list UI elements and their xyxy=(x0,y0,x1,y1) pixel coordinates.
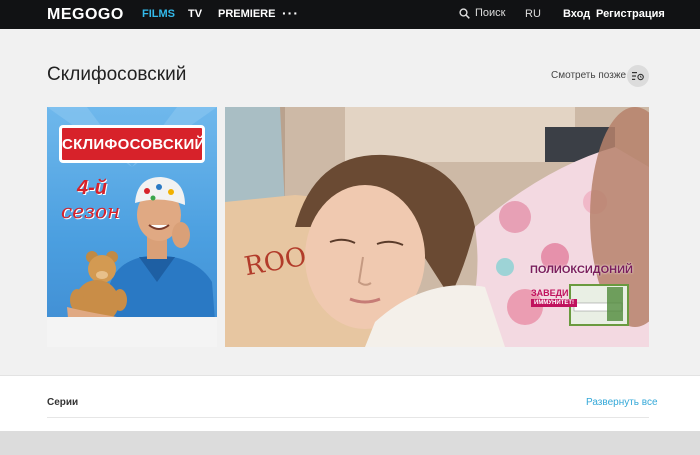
top-navigation-bar: MEGOGO FILMS TV PREMIERE ··· Поиск RU Вх… xyxy=(0,0,700,29)
poster-season-number: 4-й xyxy=(77,177,107,199)
login-link[interactable]: Вход xyxy=(563,8,590,20)
nav-tv[interactable]: TV xyxy=(188,8,202,20)
episodes-label: Серии xyxy=(47,397,79,408)
more-menu-button[interactable]: ··· xyxy=(282,5,299,21)
watch-later-button[interactable] xyxy=(627,65,649,87)
video-frame-image: ROO xyxy=(225,107,649,347)
page-title: Склифосовский xyxy=(47,64,187,85)
episodes-section: Серии Развернуть все xyxy=(0,375,700,431)
nav-films[interactable]: FILMS xyxy=(142,8,175,20)
expand-all-link[interactable]: Развернуть все xyxy=(586,397,658,408)
promo-subtitle: ЗАВЕДИ xyxy=(531,288,569,298)
watch-later-icon xyxy=(632,72,644,81)
megogo-logo[interactable]: MEGOGO xyxy=(47,6,124,24)
series-poster[interactable]: СКЛИФОСОВСКИЙ 4-й сезон xyxy=(47,107,217,347)
video-player[interactable]: ROO ПОЛИОКСИДОНИЙ ЗАВЕДИ ИММУНИТЕТ! xyxy=(225,107,649,347)
search-icon xyxy=(459,7,470,19)
promo-title: ПОЛИОКСИДОНИЙ xyxy=(530,264,633,276)
poster-title-text: СКЛИФОСОВСКИЙ xyxy=(62,136,206,153)
divider xyxy=(47,417,649,418)
watch-later-label[interactable]: Смотреть позже xyxy=(551,70,626,81)
poster-bottom-rail xyxy=(47,317,217,347)
footer-strip xyxy=(0,431,700,455)
poster-season-word: сезон xyxy=(61,199,121,223)
poster-title-sign: СКЛИФОСОВСКИЙ xyxy=(59,125,205,163)
nav-premiere[interactable]: PREMIERE xyxy=(218,8,275,20)
search-button[interactable]: Поиск xyxy=(459,7,505,19)
language-switcher[interactable]: RU xyxy=(525,8,541,20)
register-link[interactable]: Регистрация xyxy=(596,8,665,20)
promo-tag: ИММУНИТЕТ! xyxy=(531,299,578,307)
search-label: Поиск xyxy=(475,7,506,19)
